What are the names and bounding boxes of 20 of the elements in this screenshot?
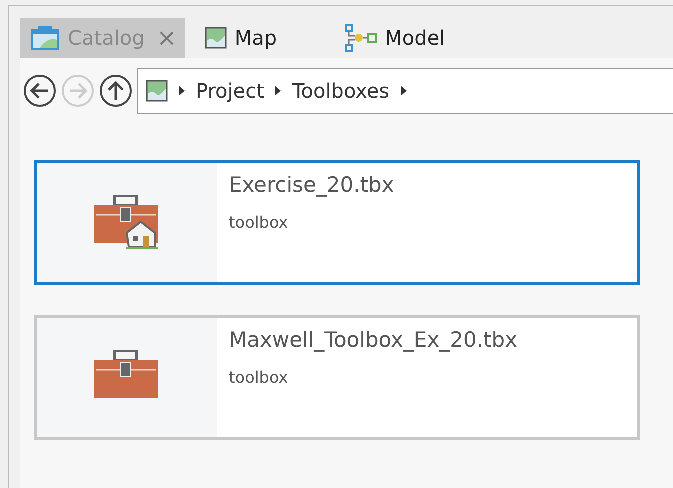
toolbox-item[interactable]: Maxwell_Toolbox_Ex_20.tbx toolbox	[34, 315, 640, 440]
chevron-icon	[178, 85, 186, 97]
item-type: toolbox	[229, 213, 290, 232]
breadcrumb-item[interactable]: Project	[196, 79, 264, 103]
breadcrumb-bar[interactable]: Project Toolboxes	[137, 68, 673, 114]
tab[interactable]: Map	[194, 18, 286, 58]
item-name: Exercise_20.tbx	[229, 173, 394, 197]
toolbox-item[interactable]: Exercise_20.tbx toolbox	[34, 160, 640, 285]
chevron-icon	[274, 85, 282, 97]
model-icon	[345, 24, 378, 52]
back-button[interactable]	[23, 74, 57, 108]
chevron-icon	[400, 85, 408, 97]
item-name: Maxwell_Toolbox_Ex_20.tbx	[229, 328, 518, 352]
tab[interactable]: Model	[335, 18, 454, 58]
map-icon	[146, 80, 168, 102]
item-type: toolbox	[229, 368, 290, 387]
catalog-icon	[30, 25, 60, 51]
breadcrumb-item[interactable]: Toolboxes	[292, 79, 390, 103]
up-button[interactable]	[99, 74, 133, 108]
map-icon	[204, 27, 227, 49]
